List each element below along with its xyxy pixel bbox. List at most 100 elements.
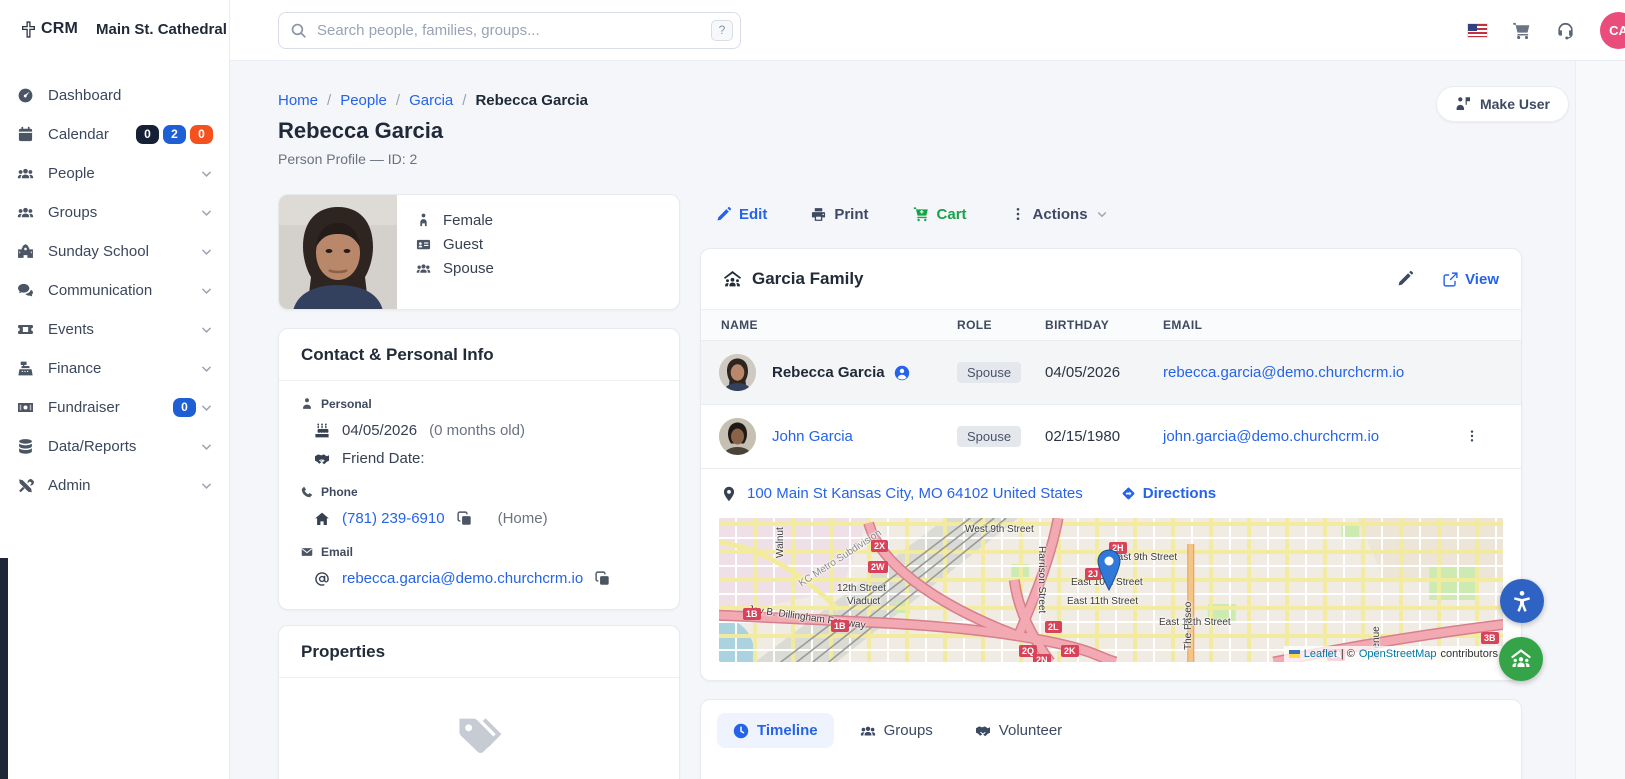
sidebar-item-communication[interactable]: Communication [0, 271, 229, 310]
family-card: Garcia Family View NAME ROLE BIRTHDAY EM… [700, 248, 1522, 681]
tab-volunteer[interactable]: Volunteer [959, 713, 1078, 748]
contact-card-title: Contact & Personal Info [279, 329, 679, 381]
breadcrumb-sep: / [462, 92, 467, 109]
table-row[interactable]: Rebecca Garcia Spouse 04/05/2026 rebecca… [701, 340, 1521, 405]
map[interactable]: West 9th Street East 9th Street East 10t… [719, 518, 1503, 662]
accessibility-button[interactable] [1500, 579, 1544, 623]
table-row[interactable]: John Garcia Spouse 02/15/1980 john.garci… [701, 404, 1521, 469]
tab-timeline[interactable]: Timeline [717, 713, 834, 748]
person-icon [303, 398, 311, 409]
ticket-icon [18, 325, 33, 334]
sidebar-item-finance[interactable]: Finance [0, 349, 229, 388]
osm-link[interactable]: OpenStreetMap [1359, 648, 1437, 660]
family-address-row: 100 Main St Kansas City, MO 64102 United… [701, 469, 1521, 518]
sidebar-item-calendar[interactable]: Calendar 0 2 0 [0, 115, 229, 154]
actions-menu-button[interactable]: Actions [1011, 206, 1108, 223]
phone-row: (781) 239-6910 (Home) [314, 510, 657, 527]
member-email-link[interactable]: rebecca.garcia@demo.churchcrm.io [1163, 364, 1404, 381]
route-shield: 2W [868, 561, 888, 573]
family-address-link[interactable]: 100 Main St Kansas City, MO 64102 United… [747, 485, 1083, 502]
breadcrumb-people[interactable]: People [340, 92, 387, 109]
edit-button[interactable]: Edit [716, 206, 767, 223]
sidebar-item-label: Finance [48, 360, 102, 377]
map-marker-icon[interactable] [1096, 549, 1122, 591]
brand[interactable]: CRM Main St. Cathedral [0, 0, 229, 58]
make-user-label: Make User [1479, 96, 1550, 112]
birthday-row: 04/05/2026 (0 months old) [314, 422, 657, 439]
sidebar-nav: Dashboard Calendar 0 2 0 People Groups S… [0, 76, 229, 505]
view-family-button[interactable]: View [1443, 271, 1499, 288]
sidebar-item-groups[interactable]: Groups [0, 193, 229, 232]
edit-family-button[interactable] [1397, 271, 1414, 287]
member-birthday: 04/05/2026 [1045, 340, 1163, 405]
member-name-link[interactable]: John Garcia [772, 428, 853, 445]
cart-icon[interactable] [1512, 21, 1531, 40]
sidebar-item-people[interactable]: People [0, 154, 229, 193]
cross-icon [22, 20, 35, 38]
personal-label: Personal [321, 397, 372, 411]
family-quick-button[interactable] [1499, 637, 1543, 681]
at-icon [315, 571, 329, 586]
role-badge: Spouse [957, 426, 1022, 447]
pencil-icon [1398, 271, 1414, 286]
printer-icon [812, 207, 826, 221]
print-label: Print [834, 205, 869, 223]
user-avatar[interactable]: CA [1600, 12, 1625, 49]
phone-link[interactable]: (781) 239-6910 [342, 510, 445, 527]
us-flag-icon[interactable] [1468, 24, 1487, 37]
street-label: The Paseo [1183, 601, 1194, 650]
friend-date-label: Friend Date: [342, 450, 425, 467]
left-column: Female Guest Spouse Contact & Personal I… [278, 194, 680, 779]
gauge-icon [18, 88, 33, 103]
tab-groups[interactable]: Groups [844, 713, 949, 748]
sidebar-item-data-reports[interactable]: Data/Reports [0, 427, 229, 466]
header-right: CA Church Admin Administrator [1468, 0, 1625, 61]
directions-label: Directions [1142, 485, 1217, 502]
print-button[interactable]: Print [811, 205, 869, 223]
ua-flag-icon [1288, 650, 1300, 658]
headset-icon[interactable] [1556, 21, 1575, 40]
family-role-row: Spouse [416, 256, 494, 280]
right-rail [1575, 61, 1625, 779]
street-label: Walnut [775, 527, 786, 558]
map-attribution: Leaflet | © OpenStreetMap contributors [1283, 646, 1503, 662]
sidebar-item-sunday-school[interactable]: Sunday School [0, 232, 229, 271]
copy-phone-button[interactable] [457, 511, 472, 526]
chevron-down-icon [1097, 212, 1106, 218]
sidebar-item-dashboard[interactable]: Dashboard [0, 76, 229, 115]
sidebar-item-label: Data/Reports [48, 438, 137, 455]
sidebar-item-events[interactable]: Events [0, 310, 229, 349]
right-column: Edit Print Cart Actions Garcia Family Vi… [700, 200, 1522, 779]
col-name: NAME [701, 310, 957, 341]
ellipsis-vertical-icon [1016, 207, 1019, 221]
breadcrumb-family[interactable]: Garcia [409, 92, 453, 109]
main-content: Home / People / Garcia / Rebecca Garcia Reb… [230, 61, 1625, 779]
chevron-down-icon [201, 366, 212, 372]
actions-label: Actions [1032, 205, 1088, 223]
chevron-down-icon [201, 210, 212, 216]
users-icon [860, 726, 875, 735]
sidebar-item-admin[interactable]: Admin [0, 466, 229, 505]
route-shield: 2N [1033, 654, 1051, 662]
directions-link[interactable]: Directions [1121, 485, 1216, 502]
breadcrumb: Home / People / Garcia / Rebecca Garcia [278, 92, 588, 109]
email-link[interactable]: rebecca.garcia@demo.churchcrm.io [342, 570, 583, 587]
member-name: Rebecca Garcia [772, 364, 910, 381]
row-menu-button[interactable] [1465, 428, 1479, 445]
make-user-button[interactable]: Make User [1435, 86, 1569, 122]
sidebar-item-fundraiser[interactable]: Fundraiser 0 [0, 388, 229, 427]
breadcrumb-home[interactable]: Home [278, 92, 318, 109]
cart-plus-icon [913, 207, 928, 222]
leaflet-link[interactable]: Leaflet [1304, 648, 1337, 660]
comments-icon [18, 283, 33, 297]
route-shield: 2L [1045, 621, 1062, 633]
envelope-icon [301, 548, 313, 556]
edit-label: Edit [739, 205, 768, 223]
search-input[interactable] [278, 12, 741, 49]
copy-email-button[interactable] [595, 571, 610, 586]
street-label: East 12th Street [1159, 617, 1231, 628]
tags-icon [459, 718, 502, 753]
add-to-cart-button[interactable]: Cart [913, 206, 967, 223]
route-shield: 1B [743, 608, 761, 620]
member-email-link[interactable]: john.garcia@demo.churchcrm.io [1163, 428, 1379, 445]
